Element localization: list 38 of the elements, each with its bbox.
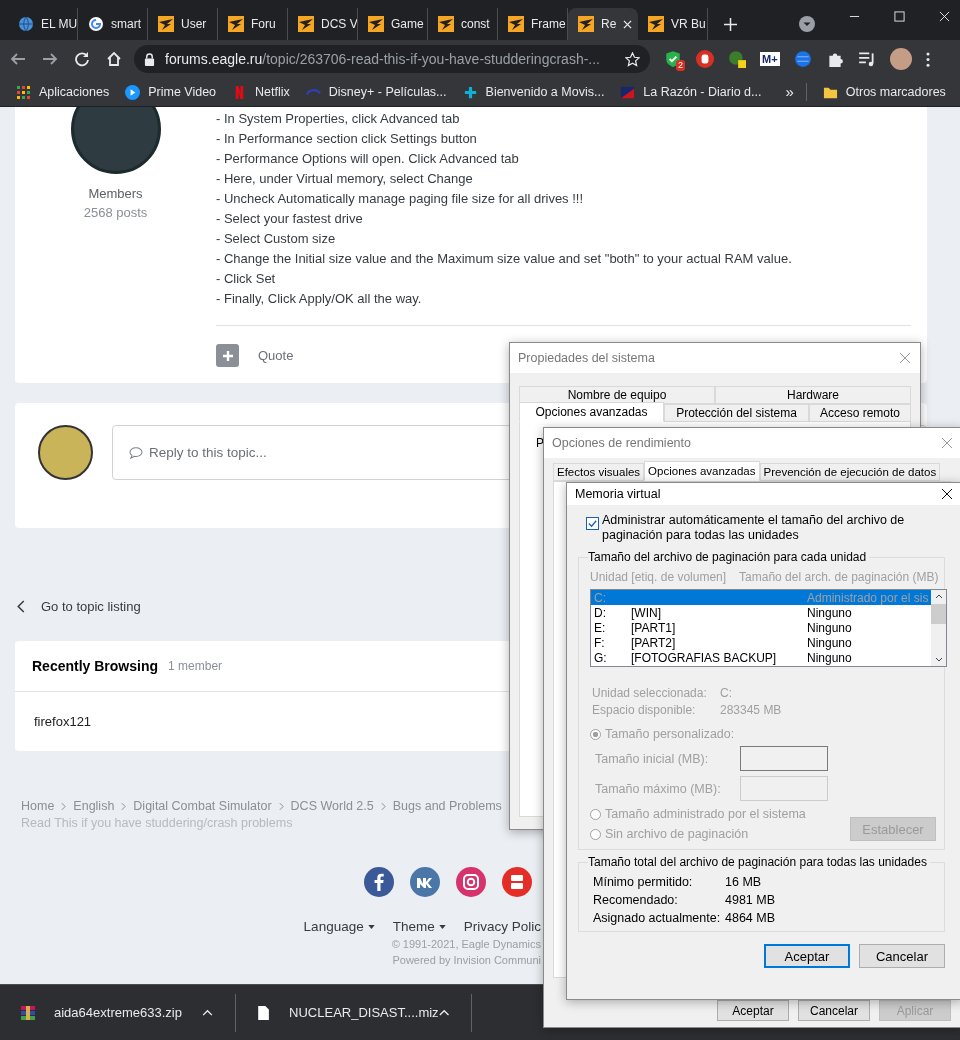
group-title: Tamaño total del archivo de paginación para todas las unidades: [588, 855, 930, 869]
post-line: - Select Custom size: [216, 230, 337, 248]
total-value: 4864 MB: [725, 911, 776, 925]
group-title: Tamaño del archivo de paginación para cada unidad: [588, 550, 870, 564]
column-header: Tamaño del arch. de paginación (MB): [739, 570, 939, 584]
post-line: - In System Properties, click Advanced tab: [216, 110, 461, 128]
info-value: C:: [720, 686, 732, 700]
section-label: P: [536, 436, 544, 450]
info-label: Unidad seleccionada:: [591, 686, 708, 700]
window-title: Opciones de rendimiento: [552, 436, 691, 450]
total-label: Mínimo permitido:: [593, 875, 694, 889]
post-line: - Here, under Virtual memory, select Change: [216, 170, 474, 188]
post-count: 2568 posts: [83, 205, 148, 220]
post-line: - Performance Options will open. Click Advanced tab: [216, 150, 520, 168]
column-header: Unidad [etiq. de volumen]: [590, 570, 727, 584]
count-badge: 2: [676, 60, 685, 71]
total-value: 16 MB: [725, 875, 762, 889]
member-group: Members: [88, 186, 143, 201]
post-line: - Select your fastest drive: [216, 210, 364, 228]
post-line: - Click Set: [216, 270, 277, 288]
copyright-text: © 1991-2021, Eagle Dynamics: [391, 938, 541, 950]
post-line: - Uncheck Automatically manage paging file size for all drives !!!: [216, 190, 585, 208]
member-count: 1 member: [168, 659, 223, 673]
total-value: 4981 MB: [725, 893, 776, 907]
window-title: Propiedades del sistema: [518, 351, 655, 365]
total-label: Asignado actualmente:: [593, 911, 722, 925]
field-label: Tamaño inicial (MB):: [595, 751, 710, 766]
info-value: 283345 MB: [720, 703, 782, 717]
section-title: Recently Browsing: [32, 658, 159, 674]
window-title: Memoria virtual: [575, 487, 661, 501]
info-label: Espacio disponible:: [591, 703, 697, 717]
post-line: - Change the Initial size value and the Maximum size value and set "both" to your actual RAM value.: [216, 250, 793, 268]
total-label: Recomendado:: [593, 893, 679, 907]
powered-by-text: Powered by Invision Communi: [392, 954, 541, 966]
post-line: - Finally, Click Apply/OK all the way.: [216, 290, 423, 308]
field-label: Tamaño máximo (MB):: [595, 781, 722, 796]
post-line: - In Performance section click Settings button: [216, 130, 478, 148]
url-text: forums.eagle.ru/topic/263706-read-this-if-you-have-studderingcrash-...: [165, 51, 601, 67]
